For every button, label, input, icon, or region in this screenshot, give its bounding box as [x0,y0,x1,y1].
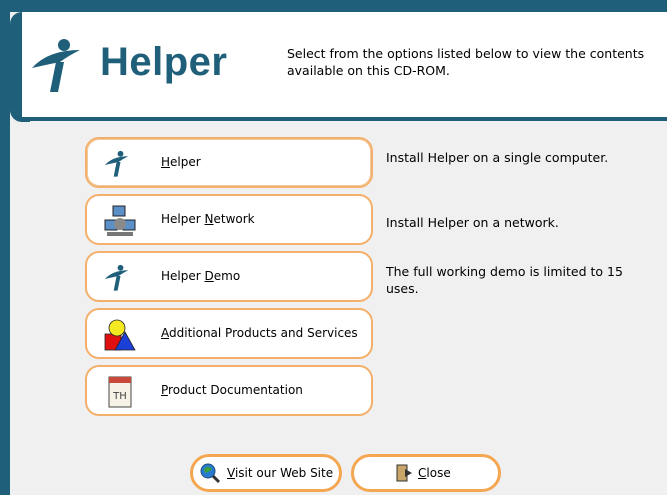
mnemonic: H [161,155,171,169]
mnemonic: V [227,466,235,480]
helper-logo: Helper [28,38,268,98]
header-description: Select from the options listed below to … [287,46,645,78]
mnemonic: C [418,466,427,480]
helper-network-label: Helper Network [161,212,255,226]
logo-text: Helper [100,40,228,84]
visit-website-button[interactable]: Visit our Web Site [190,454,342,492]
helper-network-button[interactable]: Helper Network [85,194,373,245]
helper-logo-icon [103,147,137,181]
product-documentation-label: Product Documentation [161,383,303,397]
mnemonic: A [161,326,169,340]
helper-demo-description: The full working demo is limited to 15 u… [386,264,623,296]
helper-demo-label: Helper Demo [161,269,241,283]
mnemonic: N [204,212,214,226]
helper-install-button[interactable]: Helper [85,137,373,188]
helper-install-label: Helper [161,155,201,169]
globe-search-icon [199,462,221,484]
helper-network-description: Install Helper on a network. [386,215,559,230]
helper-logo-icon [32,39,80,92]
helper-logo-icon [103,261,137,295]
visit-website-label: Visit our Web Site [227,466,334,480]
network-computers-icon [103,204,137,238]
helper-demo-button[interactable]: Helper Demo [85,251,373,302]
helper-install-description: Install Helper on a single computer. [386,150,609,165]
shapes-icon [103,318,137,352]
exit-door-icon [394,463,414,483]
close-label: Close [418,466,451,480]
product-documentation-button[interactable]: TH Product Documentation [85,365,373,416]
close-button[interactable]: Close [351,454,501,492]
mnemonic: D [204,269,214,283]
svg-text:TH: TH [112,391,127,402]
additional-products-label: Additional Products and Services [161,326,358,340]
document-th-icon: TH [103,375,137,409]
additional-products-button[interactable]: Additional Products and Services [85,308,373,359]
mnemonic: P [161,383,169,397]
